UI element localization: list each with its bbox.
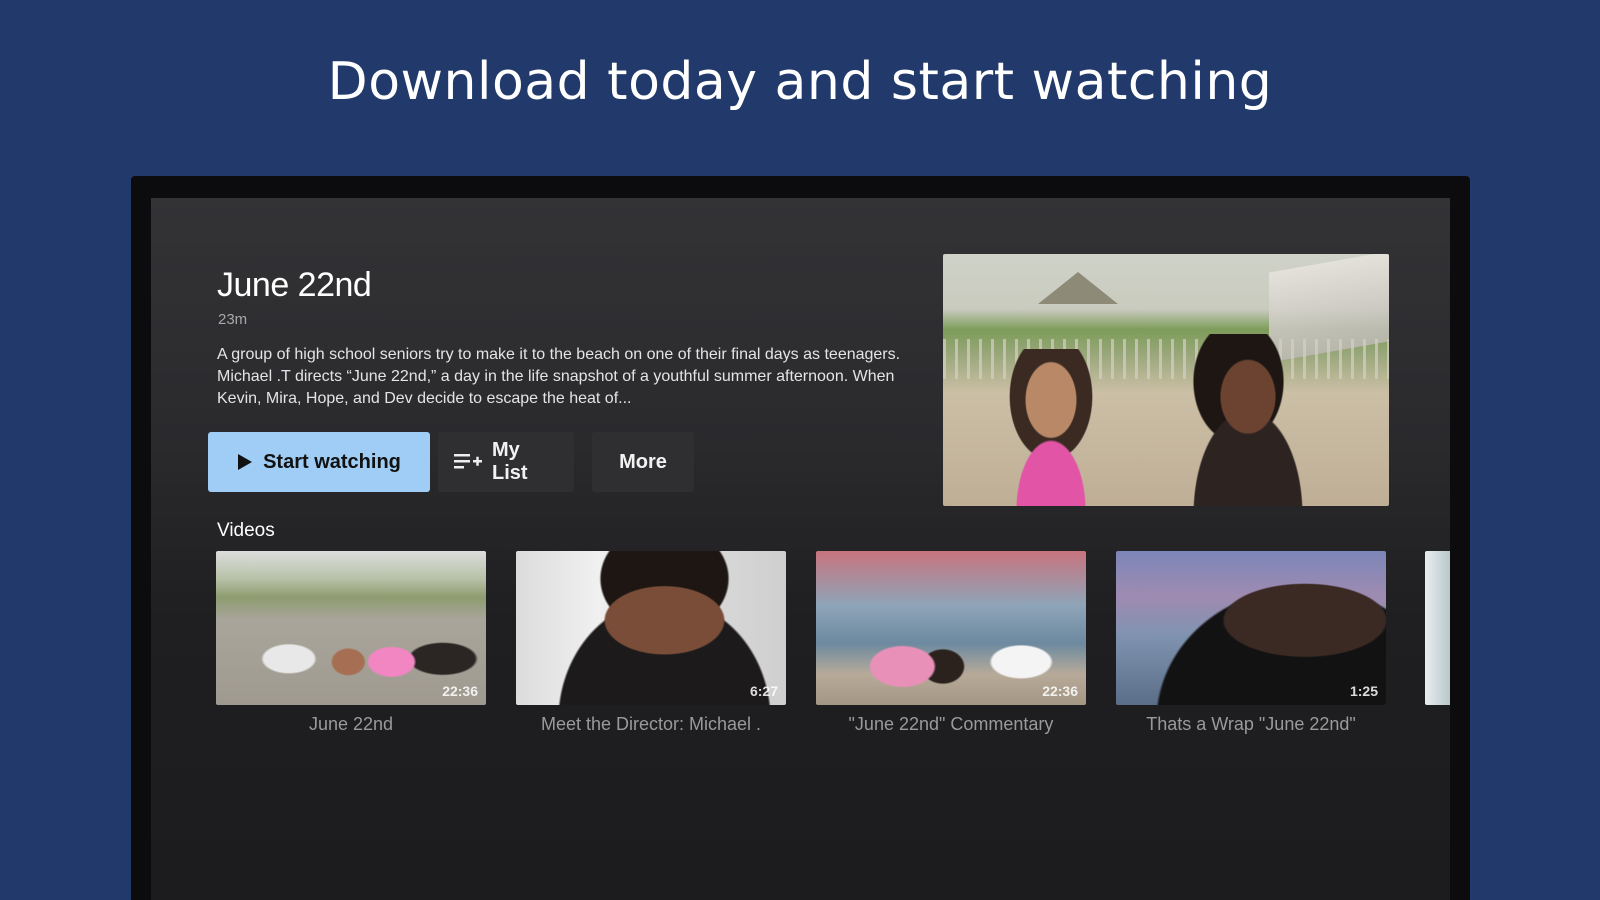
video-thumbnail[interactable]: 22:36: [816, 551, 1086, 705]
video-duration-badge: 22:36: [1042, 683, 1078, 699]
action-buttons: Start watching My List More: [208, 432, 694, 492]
hero-image: [943, 254, 1389, 506]
video-card-title: June 22nd: [308, 714, 394, 734]
video-thumbnail[interactable]: 22:36: [216, 551, 486, 705]
promo-headline: Download today and start watching: [327, 52, 1273, 112]
hero-roof-shape: [1038, 272, 1118, 304]
tv-frame: June 22nd 23m A group of high school sen…: [131, 176, 1470, 900]
video-card-title: Thats a Wrap "June 22nd": [1146, 714, 1356, 734]
video-thumbnail[interactable]: 6:27: [516, 551, 786, 705]
thumbnail-art: [816, 551, 1086, 705]
video-card[interactable]: 6:27 Meet the Director: Michael .: [516, 551, 786, 735]
video-card[interactable]: 22:36 "June 22nd" Commentary: [816, 551, 1086, 735]
video-thumbnail[interactable]: 1:25: [1116, 551, 1386, 705]
play-icon: [237, 453, 253, 471]
video-duration: 23m: [218, 311, 248, 328]
thumbnail-art: [516, 551, 786, 705]
thumbnail-art: [1116, 551, 1386, 705]
hero-person-right: [1153, 334, 1343, 506]
video-card-title: Meet the Director: Michael .: [540, 714, 762, 734]
playlist-add-icon: [454, 452, 482, 472]
video-card-partial[interactable]: [1425, 551, 1450, 705]
tv-screen: June 22nd 23m A group of high school sen…: [151, 198, 1450, 900]
video-title: June 22nd: [217, 266, 372, 304]
videos-section-label: Videos: [217, 520, 275, 541]
video-duration-badge: 22:36: [442, 683, 478, 699]
thumbnail-art: [216, 551, 486, 705]
video-card[interactable]: 22:36 June 22nd: [216, 551, 486, 735]
video-duration-badge: 6:27: [749, 683, 778, 699]
video-description: A group of high school seniors try to ma…: [217, 346, 901, 407]
start-watching-label: Start watching: [263, 450, 401, 473]
more-button[interactable]: More: [592, 432, 694, 492]
hero-person-left: [971, 349, 1131, 506]
video-duration-badge: 1:25: [1349, 683, 1378, 699]
video-card[interactable]: 1:25 Thats a Wrap "June 22nd": [1116, 551, 1386, 735]
video-card-title: "June 22nd" Commentary: [848, 714, 1054, 734]
my-list-button[interactable]: My List: [438, 432, 574, 492]
start-watching-button[interactable]: Start watching: [208, 432, 430, 492]
my-list-label: My List: [492, 439, 528, 484]
videos-row: 22:36 June 22nd 6:27 Meet the Director: …: [216, 551, 1386, 735]
